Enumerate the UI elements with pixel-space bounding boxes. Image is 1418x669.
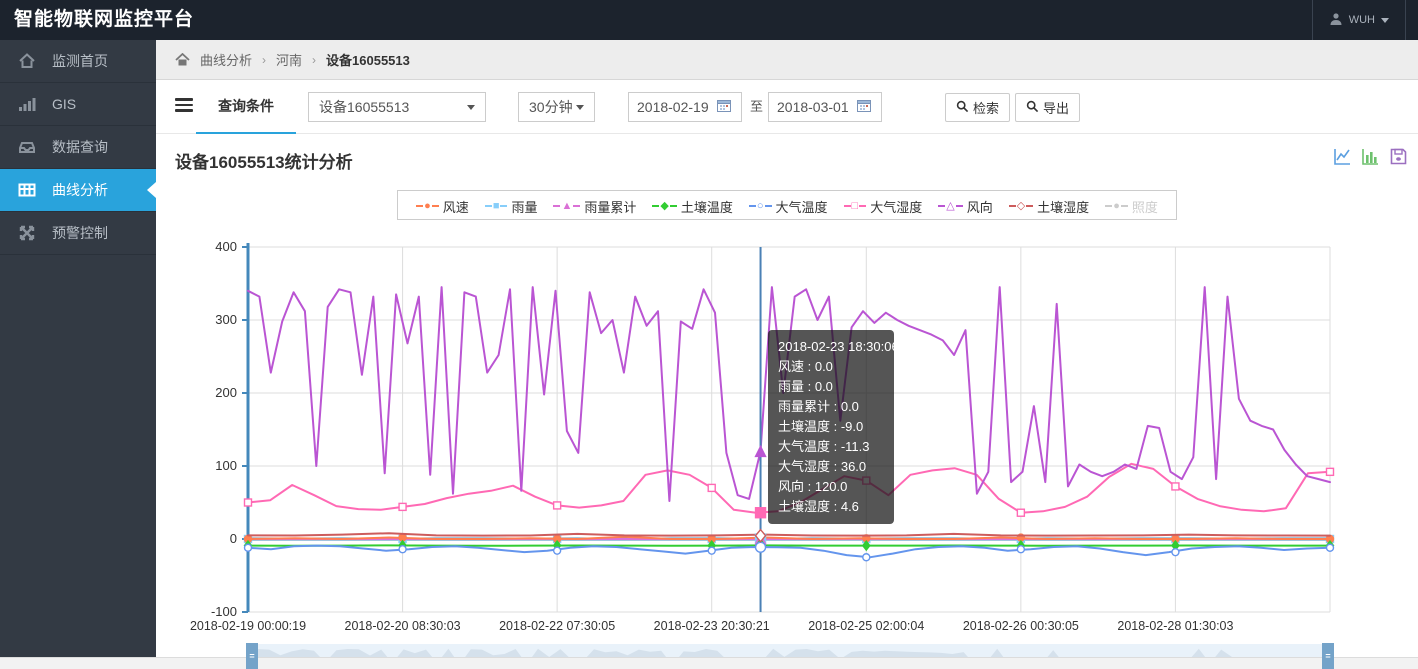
svg-text:-100: -100	[211, 604, 237, 619]
svg-text:2018-02-26 00:30:05: 2018-02-26 00:30:05	[963, 619, 1079, 633]
svg-text:0: 0	[230, 531, 237, 546]
svg-text:300: 300	[215, 312, 237, 327]
svg-text:2018-02-23 20:30:21: 2018-02-23 20:30:21	[654, 619, 770, 633]
chart-canvas[interactable]: 400 300 200 100 0 -1002018-02-19 00:00:19 2018…	[0, 0, 1418, 669]
svg-text:100: 100	[215, 458, 237, 473]
svg-text:200: 200	[215, 385, 237, 400]
svg-text:2018-02-25 02:00:04: 2018-02-25 02:00:04	[808, 619, 924, 633]
svg-text:2018-02-19 00:00:19: 2018-02-19 00:00:19	[190, 619, 306, 633]
svg-text:2018-02-28 01:30:03: 2018-02-28 01:30:03	[1117, 619, 1233, 633]
svg-text:400: 400	[215, 239, 237, 254]
svg-text:2018-02-20 08:30:03: 2018-02-20 08:30:03	[345, 619, 461, 633]
datazoom-right-handle[interactable]: =	[1322, 643, 1334, 669]
horizontal-scrollbar[interactable]	[0, 657, 1418, 669]
datazoom-left-handle[interactable]: =	[246, 643, 258, 669]
page: 智能物联网监控平台 WUH 监测首页GIS数据查询曲线分析预警控制 曲线分析›河…	[0, 0, 1418, 669]
svg-text:2018-02-22 07:30:05: 2018-02-22 07:30:05	[499, 619, 615, 633]
